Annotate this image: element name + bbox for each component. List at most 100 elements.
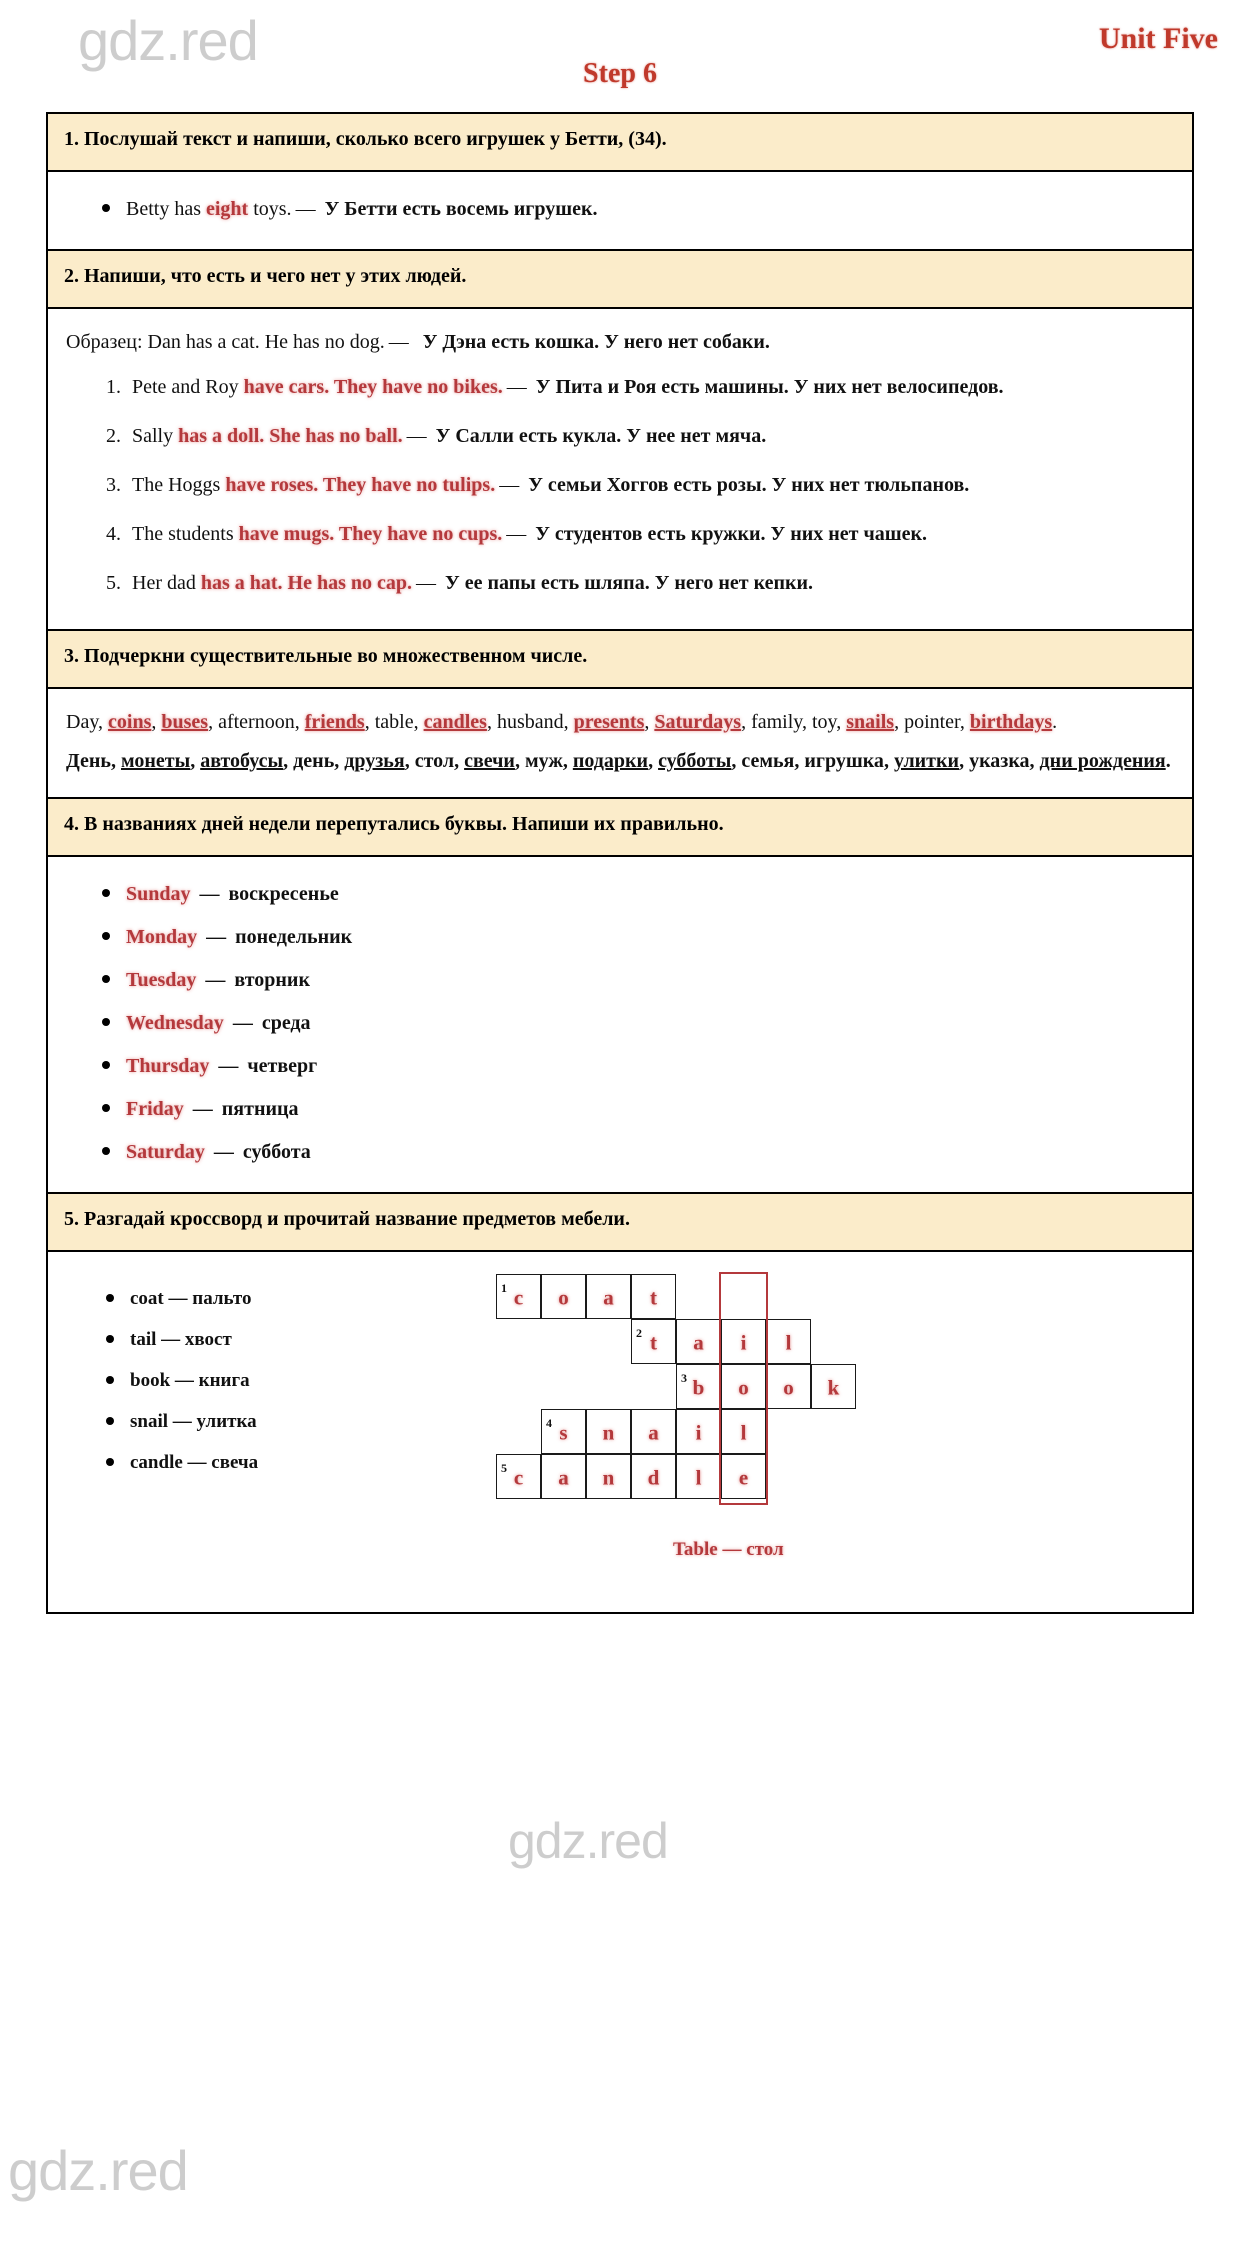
separator: , [731, 750, 742, 772]
plural-noun: snails [846, 711, 895, 733]
crossword-cell[interactable]: l [676, 1454, 721, 1499]
crossword-letter: a [603, 1284, 614, 1309]
answer-en-pre: Betty has [126, 198, 206, 220]
em-dash: — [187, 1098, 218, 1120]
separator: , [283, 750, 294, 772]
list-item: snail — улитка [104, 1403, 426, 1440]
plural-noun: birthdays [969, 711, 1053, 733]
crossword-cell[interactable]: a [631, 1409, 676, 1454]
day-ru: четверг [247, 1055, 318, 1077]
list-item: Pete and Roy have cars. They have no bik… [126, 368, 1174, 407]
em-dash: — [213, 1055, 244, 1077]
crossword-cell[interactable]: 1c [496, 1274, 541, 1319]
task-2-answer-list: Pete and Roy have cars. They have no bik… [66, 368, 1174, 603]
answer-ru: У Бетти есть восемь игрушек. [324, 198, 598, 220]
crossword-letter: k [827, 1374, 840, 1399]
list-item: The students have mugs. They have no cup… [126, 515, 1174, 554]
word: toy [811, 711, 837, 733]
separator: , [151, 711, 162, 733]
list-item: Tuesday — вторник [100, 961, 1174, 1000]
separator: , [563, 711, 574, 733]
crossword-cell[interactable]: k [811, 1364, 856, 1409]
crossword-cell[interactable]: o [766, 1364, 811, 1409]
list-item: tail — хвост [104, 1321, 426, 1358]
example-ru: У Дэна есть кошка. У него нет собаки. [422, 331, 770, 353]
task-5-word-list-wrap: coat — пальто tail — хвост book — книга sna… [66, 1266, 426, 1485]
answer-en-post: toys. [248, 198, 292, 220]
crossword-cell[interactable]: n [586, 1409, 631, 1454]
crossword-cell[interactable]: d [631, 1454, 676, 1499]
word: игрушка [804, 750, 884, 772]
crossword-cell[interactable]: 3b [676, 1364, 721, 1409]
separator: , [894, 711, 905, 733]
list-item: book — книга [104, 1362, 426, 1399]
list-item: candle — свеча [104, 1444, 426, 1481]
em-dash: — [208, 1141, 239, 1163]
crossword-letter: a [648, 1419, 659, 1444]
task-3-heading: 3. Подчеркни существительные во множеств… [48, 631, 1192, 689]
crossword-letter: e [738, 1464, 749, 1489]
word: День [66, 750, 111, 772]
answer-en-highlight: has a hat. He has no cap. [200, 572, 413, 594]
crossword-cell[interactable]: 5c [496, 1454, 541, 1499]
crossword-cell[interactable]: n [586, 1454, 631, 1499]
crossword-letter: c [513, 1464, 524, 1489]
day-ru: среда [261, 1012, 311, 1034]
crossword-cell[interactable]: t [631, 1274, 676, 1319]
list-item: Sunday — воскресенье [100, 875, 1174, 914]
crossword-cell[interactable]: a [676, 1319, 721, 1364]
crossword-letter: d [647, 1464, 660, 1489]
day-ru: вторник [234, 969, 310, 991]
day-en: Saturday [126, 1141, 205, 1163]
task-1-body: Betty has eight toys. — У Бетти есть восе… [48, 172, 1192, 251]
crossword-cell[interactable]: i [676, 1409, 721, 1454]
crossword-cell[interactable]: o [541, 1274, 586, 1319]
crossword-cell[interactable]: 4s [541, 1409, 586, 1454]
day-ru: суббота [242, 1141, 311, 1163]
list-item: Her dad has a hat. He has no cap.— У ее … [126, 564, 1174, 603]
separator: , [959, 750, 970, 772]
word: Day [66, 711, 99, 733]
day-ru: понедельник [235, 926, 353, 948]
plural-noun: candles [423, 711, 487, 733]
word: указка [969, 750, 1030, 772]
unit-title: Unit Five [1098, 22, 1218, 55]
separator: , [562, 750, 573, 772]
crossword-cell[interactable]: i [721, 1319, 766, 1364]
crossword-cell[interactable]: l [766, 1319, 811, 1364]
day-en: Tuesday [126, 969, 197, 991]
answer-ru: У Салли есть кукла. У нее нет мяча. [435, 425, 767, 447]
crossword-cell[interactable]: o [721, 1364, 766, 1409]
crossword-letter: t [650, 1329, 657, 1354]
list-item: Sally has a doll. She has no ball.— У Са… [126, 417, 1174, 456]
crossword-cell[interactable]: e [721, 1454, 766, 1499]
separator: , [110, 750, 121, 772]
crossword-letter: o [783, 1374, 794, 1399]
word: семья [741, 750, 795, 772]
separator: , [404, 750, 415, 772]
plural-noun: buses [161, 711, 209, 733]
crossword-letter: l [740, 1419, 747, 1444]
em-dash: — [416, 572, 437, 594]
crossword-cell[interactable]: 2t [631, 1319, 676, 1364]
task-3-body: Day, coins, buses, afternoon, friends, t… [48, 689, 1192, 799]
crossword-cell[interactable]: a [586, 1274, 631, 1319]
crossword-cell[interactable]: a [541, 1454, 586, 1499]
crossword-letter: l [785, 1329, 792, 1354]
plural-noun: монеты [120, 750, 191, 772]
day-ru: воскресенье [228, 883, 339, 905]
crossword-letter: s [559, 1419, 568, 1444]
watermark: gdz.red [8, 2139, 189, 2202]
day-en: Thursday [126, 1055, 210, 1077]
crossword-letter: c [513, 1284, 524, 1309]
day-en: Wednesday [126, 1012, 224, 1034]
crossword-letter: b [692, 1374, 705, 1399]
em-dash: — [227, 1012, 258, 1034]
crossword-cell[interactable]: l [721, 1409, 766, 1454]
separator: , [514, 750, 525, 772]
day-en: Monday [126, 926, 198, 948]
task-4-day-list: Sunday — воскресенье Monday — понедельник… [66, 875, 1174, 1172]
task-3-english-words: Day, coins, buses, afternoon, friends, t… [66, 703, 1174, 742]
em-dash: — [194, 883, 225, 905]
separator: , [98, 711, 109, 733]
